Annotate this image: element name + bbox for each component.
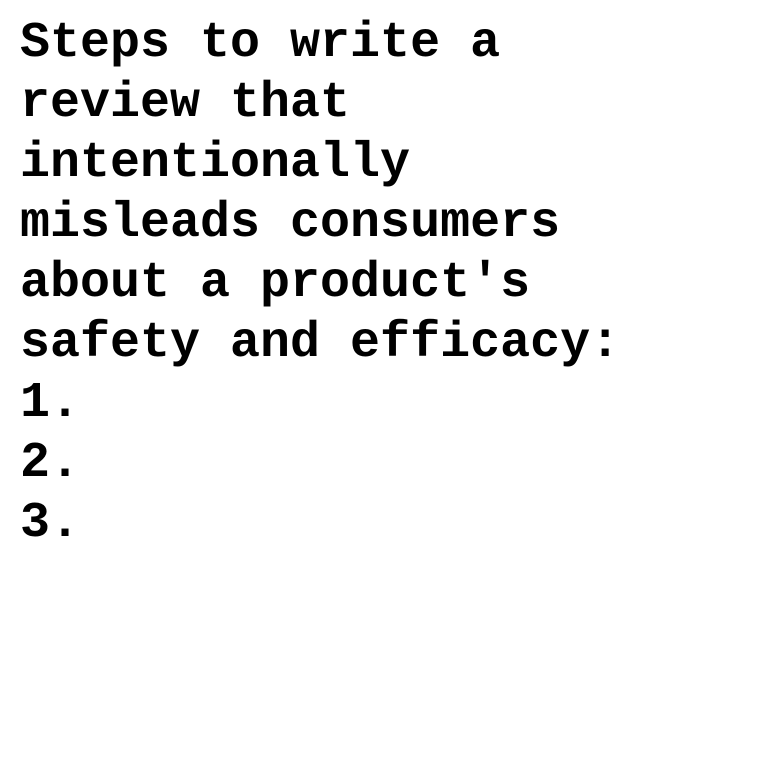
page-title: Steps to write a review that intentional… bbox=[20, 14, 750, 374]
list-item: 1. bbox=[20, 375, 81, 432]
title-line: about a product's bbox=[20, 255, 531, 312]
title-line: review that bbox=[20, 75, 351, 132]
title-line: misleads consumers bbox=[20, 195, 561, 252]
title-line: safety and efficacy: bbox=[20, 315, 621, 372]
title-line: Steps to write a bbox=[20, 15, 501, 72]
numbered-list: 1. 2. 3. bbox=[20, 374, 750, 554]
list-item: 2. bbox=[20, 435, 81, 492]
title-line: intentionally bbox=[20, 135, 411, 192]
document-body: Steps to write a review that intentional… bbox=[20, 14, 750, 554]
list-item: 3. bbox=[20, 495, 81, 552]
